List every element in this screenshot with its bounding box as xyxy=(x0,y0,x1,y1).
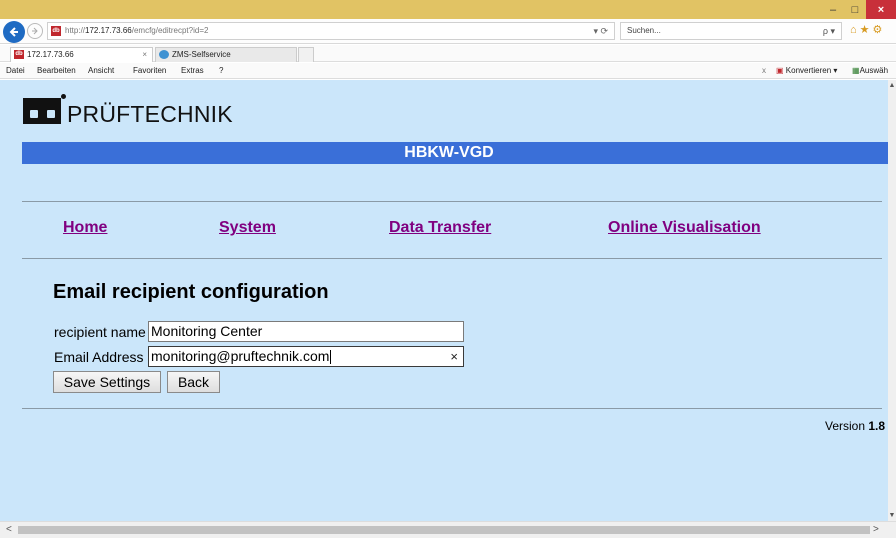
minimize-button[interactable]: – xyxy=(822,0,844,19)
nav-online-visualisation[interactable]: Online Visualisation xyxy=(608,219,761,237)
address-input[interactable]: db http://172.17.73.66/emcfg/editrecpt?i… xyxy=(47,22,615,40)
search-placeholder: Suchen... xyxy=(627,26,661,35)
window-titlebar: – □ × xyxy=(0,0,896,19)
url-path: /emcfg/editrecpt?id=2 xyxy=(131,26,209,35)
address-toolbar: db http://172.17.73.66/emcfg/editrecpt?i… xyxy=(0,19,896,44)
text-caret xyxy=(330,350,332,365)
menu-ansicht[interactable]: Ansicht xyxy=(88,63,114,78)
divider xyxy=(22,408,882,409)
star-icon[interactable]: ★ xyxy=(860,24,873,36)
page-title: Email recipient configuration xyxy=(53,281,329,303)
pdf-icon: ▣ xyxy=(776,66,784,75)
menu-bar: Datei Bearbeiten Ansicht Favoriten Extra… xyxy=(0,63,896,79)
nav-data-transfer[interactable]: Data Transfer xyxy=(389,219,491,237)
menu-extras[interactable]: Extras xyxy=(181,63,204,78)
menu-bearbeiten[interactable]: Bearbeiten xyxy=(37,63,76,78)
select-button[interactable]: ▦Auswäh xyxy=(852,63,888,78)
menu-favoriten[interactable]: Favoriten xyxy=(133,63,166,78)
forward-button[interactable] xyxy=(27,23,43,39)
horizontal-scrollbar[interactable]: < > xyxy=(0,521,896,538)
email-address-label: Email Address xyxy=(54,349,144,365)
browser-toolbar-icons: ⌂★⚙ xyxy=(850,23,885,36)
window-controls: – □ × xyxy=(822,0,896,19)
url-prefix: http:// xyxy=(65,26,86,35)
email-address-value: monitoring@pruftechnik.com xyxy=(151,348,330,364)
save-settings-button[interactable]: Save Settings xyxy=(53,371,161,393)
gear-icon[interactable]: ⚙ xyxy=(873,24,886,36)
tab-label: 172.17.73.66 xyxy=(27,50,74,59)
search-icon[interactable]: ρ ▾ xyxy=(823,23,835,39)
site-favicon-icon: db xyxy=(51,26,61,36)
url-text: http://172.17.73.66/emcfg/editrecpt?id=2 xyxy=(65,23,208,39)
menu-datei[interactable]: Datei xyxy=(6,63,25,78)
convert-label: Konvertieren xyxy=(785,66,832,75)
device-name-bar: HBKW-VGD xyxy=(22,142,888,164)
close-icon[interactable]: × xyxy=(142,48,147,61)
logo-dot xyxy=(61,94,66,99)
tab-current[interactable]: db 172.17.73.66 × xyxy=(10,47,153,62)
back-page-button[interactable]: Back xyxy=(167,371,220,393)
tab-zms-selfservice[interactable]: ZMS-Selfservice xyxy=(155,47,297,62)
arrow-right-icon xyxy=(32,27,38,35)
arrow-left-icon xyxy=(9,27,18,37)
new-tab-button[interactable] xyxy=(298,47,314,62)
nav-home[interactable]: Home xyxy=(63,219,107,237)
scroll-up-icon[interactable]: ▲ xyxy=(888,82,896,89)
url-host: 172.17.73.66 xyxy=(85,26,132,35)
recipient-name-input[interactable]: Monitoring Center xyxy=(148,321,464,342)
recipient-name-label: recipient name xyxy=(54,324,146,340)
scroll-thumb[interactable] xyxy=(18,526,870,534)
close-window-button[interactable]: × xyxy=(866,0,896,19)
site-favicon-icon: db xyxy=(14,50,24,59)
menu-help[interactable]: ? xyxy=(219,63,223,78)
clear-icon[interactable]: × xyxy=(450,347,458,366)
recipient-name-value: Monitoring Center xyxy=(151,323,263,339)
brand-name: PRÜFTECHNIK xyxy=(67,101,233,127)
close-toolbar-icon[interactable]: x xyxy=(762,63,766,78)
tab-bar: db 172.17.73.66 × ZMS-Selfservice xyxy=(0,45,896,62)
version-number: 1.8 xyxy=(868,419,886,433)
tab-label: ZMS-Selfservice xyxy=(172,50,231,59)
refresh-icon[interactable]: ▾ ⟳ xyxy=(593,23,608,39)
vertical-scrollbar[interactable]: ▲ ▼ xyxy=(888,80,896,521)
home-icon[interactable]: ⌂ xyxy=(850,24,860,36)
device-name: HBKW-VGD xyxy=(404,144,494,161)
email-address-input[interactable]: monitoring@pruftechnik.com × xyxy=(148,346,464,367)
convert-button[interactable]: ▣ Konvertieren ▾ xyxy=(776,63,837,78)
page-content: PRÜFTECHNIK HBKW-VGD Home System Data Tr… xyxy=(0,80,888,521)
divider xyxy=(22,258,882,259)
select-label: Auswäh xyxy=(859,66,889,75)
scroll-right-icon[interactable]: > xyxy=(873,524,879,535)
select-icon: ▦ xyxy=(852,66,860,75)
maximize-button[interactable]: □ xyxy=(844,0,866,19)
logo-mark-icon xyxy=(23,98,61,124)
version-label: Version xyxy=(825,419,866,433)
nav-system[interactable]: System xyxy=(219,219,276,237)
back-button[interactable] xyxy=(3,21,25,43)
scroll-left-icon[interactable]: < xyxy=(6,524,12,535)
version-text: Version 1.8 xyxy=(825,419,885,433)
scroll-down-icon[interactable]: ▼ xyxy=(888,512,896,519)
divider xyxy=(22,201,882,202)
search-input[interactable]: Suchen... ρ ▾ xyxy=(620,22,842,40)
globe-icon xyxy=(159,50,169,59)
